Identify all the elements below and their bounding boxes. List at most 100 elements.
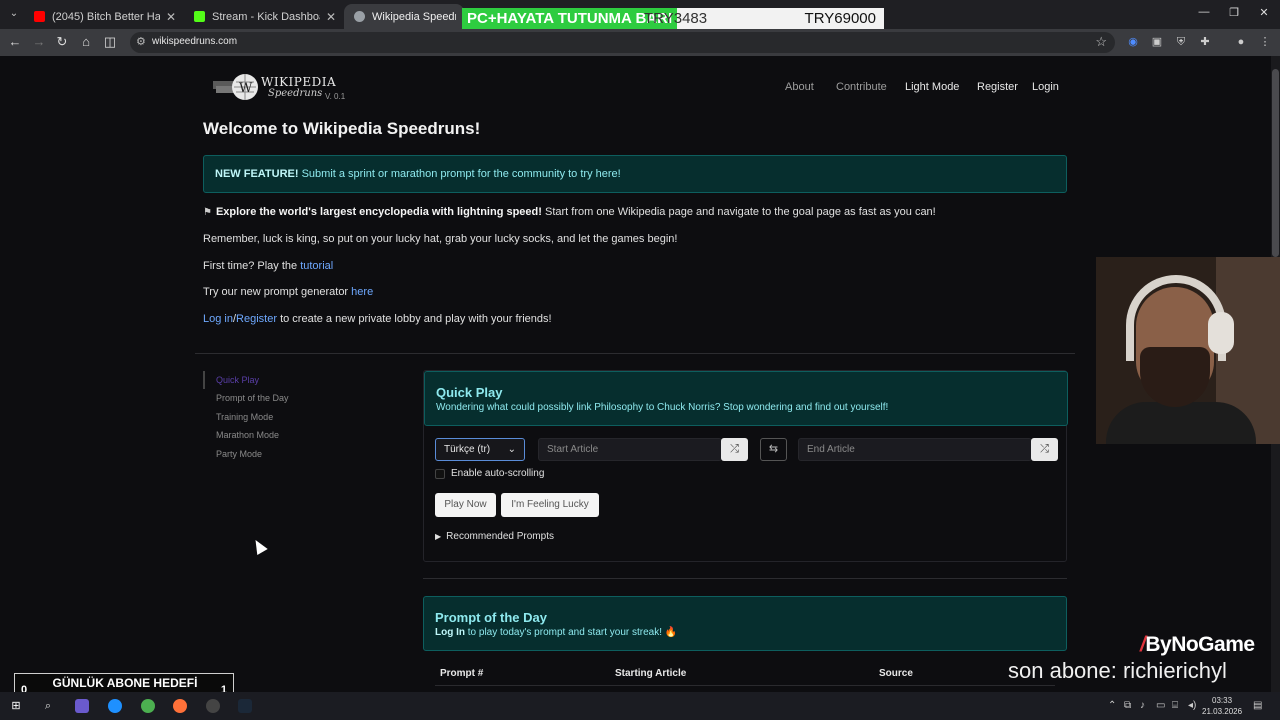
nav-contribute[interactable]: Contribute — [836, 81, 887, 93]
webcam-overlay — [1096, 257, 1280, 444]
forward-icon[interactable]: → — [31, 34, 47, 50]
start-article-input[interactable]: Start Article — [538, 438, 722, 461]
generator-paragraph: Try our new prompt generator here — [203, 286, 373, 298]
back-icon[interactable]: ← — [7, 34, 23, 50]
obs-icon[interactable] — [206, 699, 220, 713]
sidebar-item-prompt-of-the-day[interactable]: Prompt of the Day — [216, 393, 289, 403]
tab-title: Stream - Kick Dashboard — [212, 10, 320, 23]
nav-login[interactable]: Login — [1032, 81, 1059, 93]
nav-register[interactable]: Register — [977, 81, 1018, 93]
prompt-of-day-header: Prompt of the Day Log In to play today's… — [423, 596, 1067, 651]
generator-prefix: Try our new prompt generator — [203, 286, 349, 298]
profile-avatar-icon[interactable]: ● — [1234, 35, 1248, 49]
chevron-down-icon: ⌄ — [507, 444, 516, 455]
sidebar-item-quick-play[interactable]: Quick Play — [216, 375, 259, 385]
volume-icon[interactable]: ◂) — [1188, 700, 1196, 711]
prompt-login-link[interactable]: Log In — [435, 627, 465, 638]
bynogame-logo: /ByNoGame — [1140, 633, 1255, 657]
shuffle-start-button[interactable]: ⤮ — [721, 438, 748, 461]
site-info-icon[interactable]: ⚙ — [136, 35, 146, 48]
sidebar-item-party-mode[interactable]: Party Mode — [216, 449, 262, 459]
tray-app-icon[interactable]: ⧉ — [1124, 700, 1131, 711]
extension-icon[interactable]: ▣ — [1150, 35, 1164, 49]
reload-icon[interactable]: ↻ — [54, 34, 70, 50]
autoscroll-checkbox[interactable] — [435, 469, 445, 479]
nav-about[interactable]: About — [785, 81, 814, 93]
extension-icon[interactable]: ◉ — [1126, 35, 1140, 49]
swap-icon: ⇆ — [768, 443, 779, 455]
swap-articles-button[interactable]: ⇆ — [760, 438, 787, 461]
taskbar-clock[interactable]: 03:33 21.03.2026 — [1202, 695, 1242, 717]
minimize-icon[interactable]: — — [1196, 6, 1212, 18]
login-link[interactable]: Log in — [203, 313, 233, 325]
globe-icon — [354, 11, 365, 22]
feature-here-link[interactable]: here! — [596, 168, 621, 180]
feeling-lucky-button[interactable]: I'm Feeling Lucky — [501, 493, 599, 517]
recommended-prompts-toggle[interactable]: ▶ Recommended Prompts — [435, 531, 554, 542]
browser-tab-youtube[interactable]: (2045) Bitch Better Have My M ✕ — [24, 4, 184, 29]
extensions-puzzle-icon[interactable]: ✚ — [1198, 35, 1212, 49]
windows-taskbar: ⊞ ⌕ ⌃ ⧉ ♪ ▭ ⌸ ◂) 03:33 21.03.2026 ▤ — [0, 692, 1280, 720]
steam-icon[interactable] — [238, 699, 252, 713]
menu-kebab-icon[interactable]: ⋮ — [1258, 35, 1272, 49]
close-icon[interactable]: ✕ — [166, 10, 176, 24]
clock-date: 21.03.2026 — [1202, 707, 1243, 716]
register-link[interactable]: Register — [236, 313, 277, 325]
battery-icon[interactable]: ▭ — [1156, 700, 1165, 711]
intro-bold: Explore the world's largest encyclopedia… — [215, 206, 542, 218]
bookmark-star-icon[interactable]: ☆ — [1095, 34, 1107, 50]
end-article-input[interactable]: End Article — [798, 438, 1032, 461]
tab-title: Wikipedia Speedruns! — [372, 10, 456, 23]
shuffle-end-button[interactable]: ⤮ — [1031, 438, 1058, 461]
autoscroll-label[interactable]: Enable auto-scrolling — [451, 468, 544, 479]
prompt-subtitle-text: to play today's prompt and start your st… — [467, 627, 663, 638]
new-feature-banner: NEW FEATURE! Submit a sprint or marathon… — [203, 155, 1067, 193]
banner-mid-text: TRY3483 — [644, 10, 708, 27]
quick-play-title: Quick Play — [436, 385, 503, 400]
close-window-icon[interactable]: ✕ — [1256, 6, 1272, 19]
restore-icon[interactable]: ❐ — [1226, 6, 1242, 19]
tab-search-icon[interactable]: ⌄ — [5, 6, 23, 22]
active-indicator — [203, 371, 205, 389]
quick-play-card: Quick Play Wondering what could possibly… — [423, 370, 1068, 562]
app-icon[interactable] — [75, 699, 89, 713]
search-icon[interactable]: ⌕ — [41, 699, 55, 713]
column-header-prompt-number: Prompt # — [440, 668, 484, 679]
browser-tab-wikispeedruns[interactable]: Wikipedia Speedruns! — [344, 4, 464, 29]
edge-icon[interactable] — [108, 699, 122, 713]
wikipedia-globe-icon: W — [213, 74, 258, 100]
brand-text: ByNoGame — [1145, 633, 1255, 656]
site-logo[interactable]: W WIKIPEDIA Speedruns V. 0.1 — [213, 72, 353, 104]
chrome-icon[interactable] — [141, 699, 155, 713]
url-text[interactable]: wikispeedruns.com — [152, 36, 237, 47]
divider — [423, 578, 1067, 579]
notifications-icon[interactable]: ▤ — [1253, 700, 1262, 711]
home-icon[interactable]: ⌂ — [78, 34, 94, 50]
svg-text:W: W — [239, 81, 253, 96]
windows-start-icon[interactable]: ⊞ — [9, 699, 23, 713]
nav-light-mode[interactable]: Light Mode — [905, 81, 959, 93]
play-now-button[interactable]: Play Now — [435, 493, 496, 517]
scrollbar-thumb[interactable] — [1272, 69, 1279, 257]
sidebar-item-marathon-mode[interactable]: Marathon Mode — [216, 430, 279, 440]
generator-link[interactable]: here — [351, 286, 373, 298]
network-icon[interactable]: ⌸ — [1172, 700, 1178, 711]
browser-tab-kick[interactable]: Stream - Kick Dashboard ✕ — [184, 4, 344, 29]
tutorial-link[interactable]: tutorial — [300, 260, 333, 272]
close-icon[interactable]: ✕ — [326, 10, 336, 24]
start-article-placeholder: Start Article — [547, 444, 599, 455]
fire-icon: 🔥 — [664, 627, 678, 638]
microphone-icon[interactable]: ♪ — [1140, 700, 1145, 711]
intro-paragraph: ⚑ Explore the world's largest encyclopedi… — [203, 206, 936, 218]
sidebar-panel-icon[interactable]: ◫ — [102, 34, 118, 50]
language-select[interactable]: Türkçe (tr) ⌄ — [435, 438, 525, 461]
sidebar-item-training-mode[interactable]: Training Mode — [216, 412, 273, 422]
prompt-of-day-subtitle: Log In to play today's prompt and start … — [435, 627, 677, 638]
quick-play-header: Quick Play Wondering what could possibly… — [424, 371, 1068, 426]
clock-time: 03:33 — [1212, 696, 1233, 705]
address-bar[interactable]: ⚙ wikispeedruns.com ☆ — [130, 32, 1115, 53]
shield-icon[interactable]: ⛨ — [1174, 35, 1188, 49]
page-title: Welcome to Wikipedia Speedruns! — [203, 119, 481, 138]
firefox-icon[interactable] — [173, 699, 187, 713]
tray-chevron-icon[interactable]: ⌃ — [1108, 700, 1116, 711]
